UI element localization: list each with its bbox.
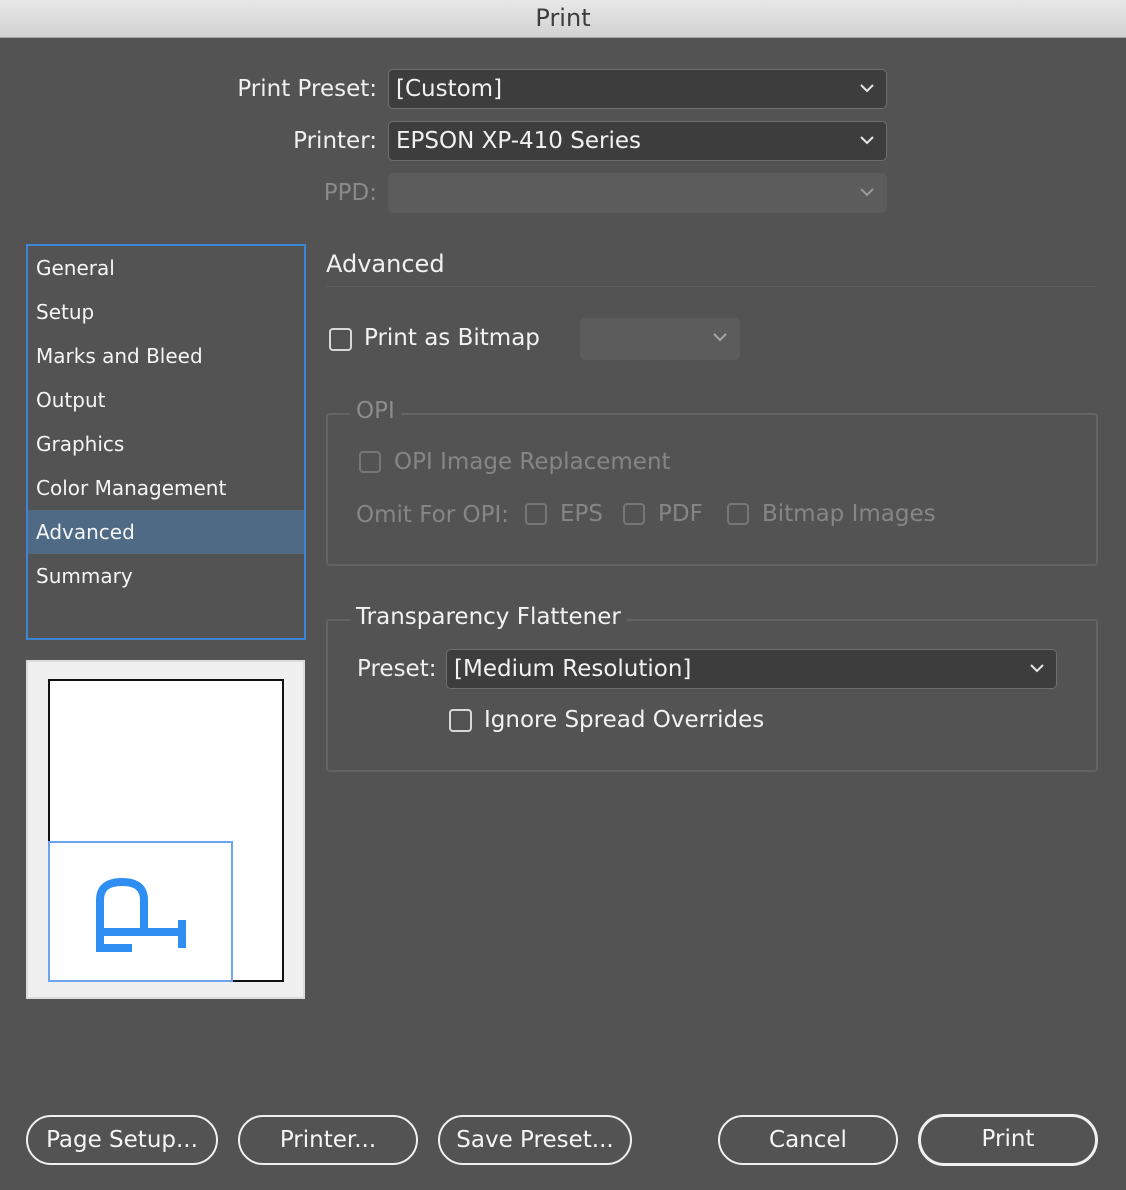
flattener-preset-select[interactable]: [Medium Resolution] bbox=[446, 649, 1057, 689]
page-preview[interactable] bbox=[26, 660, 305, 999]
print-as-bitmap-checkbox[interactable] bbox=[329, 328, 352, 351]
cancel-button[interactable]: Cancel bbox=[718, 1115, 898, 1165]
chevron-down-icon bbox=[858, 79, 876, 97]
sidebar-item-marks-and-bleed[interactable]: Marks and Bleed bbox=[28, 334, 304, 378]
transparency-flattener-title: Transparency Flattener bbox=[350, 604, 627, 630]
omit-eps-label: EPS bbox=[560, 501, 604, 527]
ignore-spread-overrides-label[interactable]: Ignore Spread Overrides bbox=[484, 707, 764, 733]
omit-eps-checkbox bbox=[525, 503, 547, 525]
page-orientation-glyph-icon bbox=[96, 877, 186, 952]
sidebar-item-summary[interactable]: Summary bbox=[28, 554, 304, 598]
print-button[interactable]: Print bbox=[918, 1114, 1098, 1166]
chevron-down-icon bbox=[858, 131, 876, 149]
printer-value: EPSON XP-410 Series bbox=[396, 128, 641, 154]
print-preset-select[interactable]: [Custom] bbox=[388, 69, 887, 109]
chevron-down-icon bbox=[711, 328, 729, 346]
omit-pdf-label: PDF bbox=[658, 501, 703, 527]
sidebar-item-setup[interactable]: Setup bbox=[28, 290, 304, 334]
ppd-select bbox=[388, 173, 887, 213]
sidebar-item-advanced[interactable]: Advanced bbox=[28, 510, 304, 554]
opi-image-replacement-checkbox bbox=[359, 451, 381, 473]
bitmap-resolution-select bbox=[580, 318, 740, 360]
print-preset-value: [Custom] bbox=[396, 76, 503, 102]
omit-pdf-checkbox bbox=[623, 503, 645, 525]
printer-button[interactable]: Printer... bbox=[238, 1115, 418, 1165]
sidebar-item-output[interactable]: Output bbox=[28, 378, 304, 422]
opi-group-title: OPI bbox=[350, 398, 401, 424]
transparency-flattener-group: Transparency Flattener bbox=[326, 604, 1098, 772]
opi-group: OPI bbox=[326, 398, 1098, 566]
sidebar-item-color-management[interactable]: Color Management bbox=[28, 466, 304, 510]
ppd-label: PPD: bbox=[323, 180, 377, 206]
omit-bitmap-images-checkbox bbox=[727, 503, 749, 525]
sidebar-item-general[interactable]: General bbox=[28, 246, 304, 290]
omit-for-opi-label: Omit For OPI: bbox=[356, 502, 509, 528]
category-list[interactable]: General Setup Marks and Bleed Output Gra… bbox=[26, 244, 306, 640]
page-setup-button[interactable]: Page Setup... bbox=[26, 1115, 218, 1165]
flattener-preset-value: [Medium Resolution] bbox=[454, 656, 692, 682]
section-title: Advanced bbox=[326, 250, 445, 278]
flattener-preset-label: Preset: bbox=[357, 656, 437, 682]
window-title: Print bbox=[0, 0, 1126, 38]
print-preset-label: Print Preset: bbox=[237, 76, 377, 102]
omit-bitmap-images-label: Bitmap Images bbox=[762, 501, 936, 527]
print-as-bitmap-label[interactable]: Print as Bitmap bbox=[364, 325, 540, 351]
chevron-down-icon bbox=[858, 183, 876, 201]
chevron-down-icon bbox=[1028, 659, 1046, 677]
printer-select[interactable]: EPSON XP-410 Series bbox=[388, 121, 887, 161]
ignore-spread-overrides-checkbox[interactable] bbox=[449, 709, 472, 732]
save-preset-button[interactable]: Save Preset... bbox=[438, 1115, 632, 1165]
opi-image-replacement-label: OPI Image Replacement bbox=[394, 449, 671, 475]
printer-label: Printer: bbox=[293, 128, 377, 154]
section-divider bbox=[326, 286, 1096, 287]
sidebar-item-graphics[interactable]: Graphics bbox=[28, 422, 304, 466]
